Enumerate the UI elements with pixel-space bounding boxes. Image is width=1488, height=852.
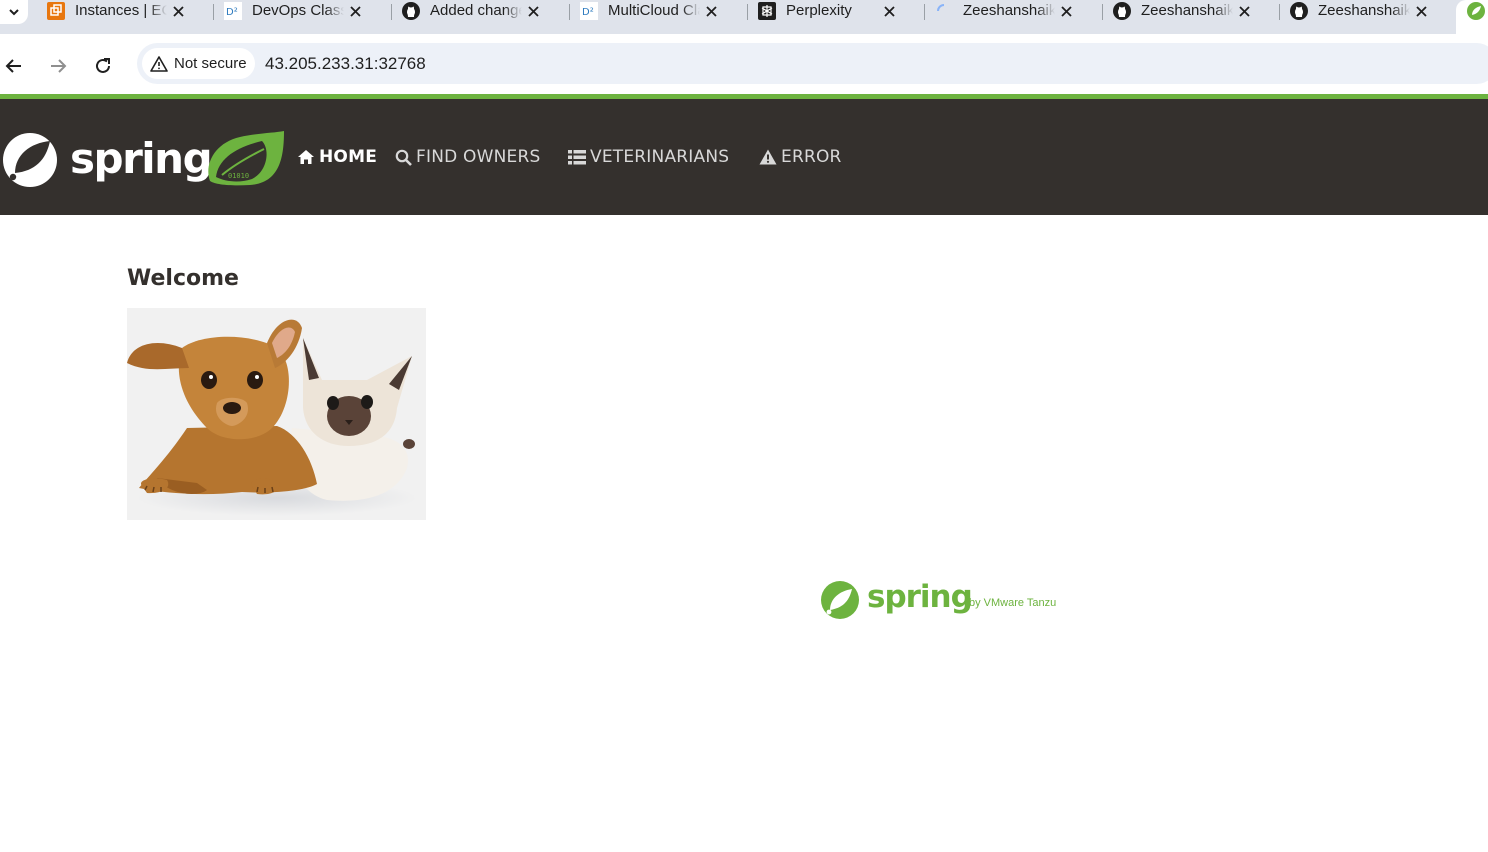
- nav-home-label: HOME: [319, 147, 378, 167]
- nav-find-owners[interactable]: FIND OWNERS: [395, 146, 540, 168]
- warning-icon: [759, 149, 777, 165]
- security-label: Not secure: [174, 55, 247, 72]
- close-icon[interactable]: [1236, 3, 1252, 19]
- svg-text:01010: 01010: [228, 172, 249, 180]
- nav-error[interactable]: ERROR: [759, 146, 842, 168]
- github-icon: [1113, 2, 1131, 20]
- address-bar[interactable]: Not secure 43.205.233.31:32768: [137, 43, 1488, 84]
- browser-tab[interactable]: Zeeshanshaik: [924, 0, 1103, 24]
- close-icon[interactable]: [1058, 3, 1074, 19]
- spring-by-vmware-tanzu-logo: spring by VMware Tanzu: [820, 579, 1080, 621]
- browser-tab[interactable]: D² MultiCloud Class: [569, 0, 748, 24]
- footer-brand: spring: [867, 579, 973, 615]
- home-icon: [298, 150, 314, 164]
- browser-tab-strip: Instances | EC2 D² DevOps Class Added ch…: [0, 0, 1488, 34]
- tab-separator: [213, 4, 214, 20]
- browser-tab[interactable]: Zeeshanshaik: [1279, 0, 1458, 24]
- spring-leaf-icon: [1466, 1, 1486, 26]
- browser-tab[interactable]: Instances | EC2: [37, 0, 215, 24]
- site-navbar: spring 01010 HOME FIND OWNERS VETERINARI…: [0, 99, 1488, 215]
- tab-separator: [1102, 4, 1103, 20]
- nav-veterinarians-label: VETERINARIANS: [590, 147, 730, 167]
- svg-text:D²: D²: [582, 7, 594, 18]
- warning-icon: [150, 55, 168, 72]
- search-icon: [395, 149, 412, 166]
- github-icon: [1290, 2, 1308, 20]
- tab-title: Perplexity: [786, 2, 878, 19]
- close-icon[interactable]: [347, 3, 363, 19]
- browser-tab[interactable]: Added changes: [391, 0, 570, 24]
- perplexity-icon: [758, 2, 776, 20]
- tab-title: Instances | EC2: [75, 2, 167, 19]
- github-icon: [402, 2, 420, 20]
- tab-title: DevOps Class: [252, 2, 344, 19]
- arrow-right-icon: [51, 59, 67, 73]
- browser-tab[interactable]: D² DevOps Class: [213, 0, 392, 24]
- tab-title: Added changes: [430, 2, 522, 19]
- nav-find-owners-label: FIND OWNERS: [416, 147, 541, 167]
- reload-button[interactable]: [89, 52, 117, 80]
- spring-leaf-icon: [821, 581, 859, 619]
- active-browser-tab[interactable]: [1456, 0, 1488, 34]
- tab-search-button[interactable]: [0, 0, 28, 24]
- close-icon[interactable]: [525, 3, 541, 19]
- close-icon[interactable]: [170, 3, 186, 19]
- footer-byline: by VMware Tanzu: [969, 597, 1057, 609]
- page-title: Welcome: [127, 266, 239, 291]
- tab-separator: [924, 4, 925, 20]
- back-button[interactable]: [0, 52, 28, 80]
- aws-console-icon: [47, 2, 65, 20]
- d2-icon: D²: [580, 2, 598, 20]
- close-icon[interactable]: [881, 3, 897, 19]
- nav-veterinarians[interactable]: VETERINARIANS: [568, 146, 729, 168]
- loading-spinner-icon: [935, 2, 953, 20]
- close-icon[interactable]: [703, 3, 719, 19]
- tab-separator: [747, 4, 748, 20]
- tab-separator: [391, 4, 392, 20]
- tab-separator: [1279, 4, 1280, 20]
- site-security-chip[interactable]: Not secure: [142, 48, 255, 79]
- d2-icon: D²: [224, 2, 242, 20]
- reload-icon: [96, 58, 110, 73]
- tab-title: MultiCloud Class: [608, 2, 700, 19]
- nav-error-label: ERROR: [781, 147, 842, 167]
- browser-toolbar: Not secure 43.205.233.31:32768: [0, 34, 1488, 94]
- list-icon: [568, 149, 586, 164]
- chevron-down-icon: [9, 9, 19, 16]
- svg-text:spring: spring: [70, 134, 211, 183]
- tab-title: Zeeshanshaik: [1318, 2, 1410, 19]
- dog-and-cat-photo: [127, 308, 426, 520]
- forward-button[interactable]: [44, 52, 72, 80]
- tab-separator: [569, 4, 570, 20]
- close-icon[interactable]: [1413, 3, 1429, 19]
- arrow-left-icon: [5, 59, 21, 73]
- tab-title: Zeeshanshaik: [963, 2, 1055, 19]
- url-text[interactable]: 43.205.233.31:32768: [265, 54, 426, 74]
- spring-petclinic-logo[interactable]: spring 01010: [0, 127, 290, 189]
- tab-title: Zeeshanshaik: [1141, 2, 1233, 19]
- svg-text:D²: D²: [226, 7, 238, 18]
- nav-home[interactable]: HOME: [297, 146, 377, 168]
- browser-tab[interactable]: Perplexity: [747, 0, 926, 24]
- browser-tab[interactable]: Zeeshanshaik: [1102, 0, 1281, 24]
